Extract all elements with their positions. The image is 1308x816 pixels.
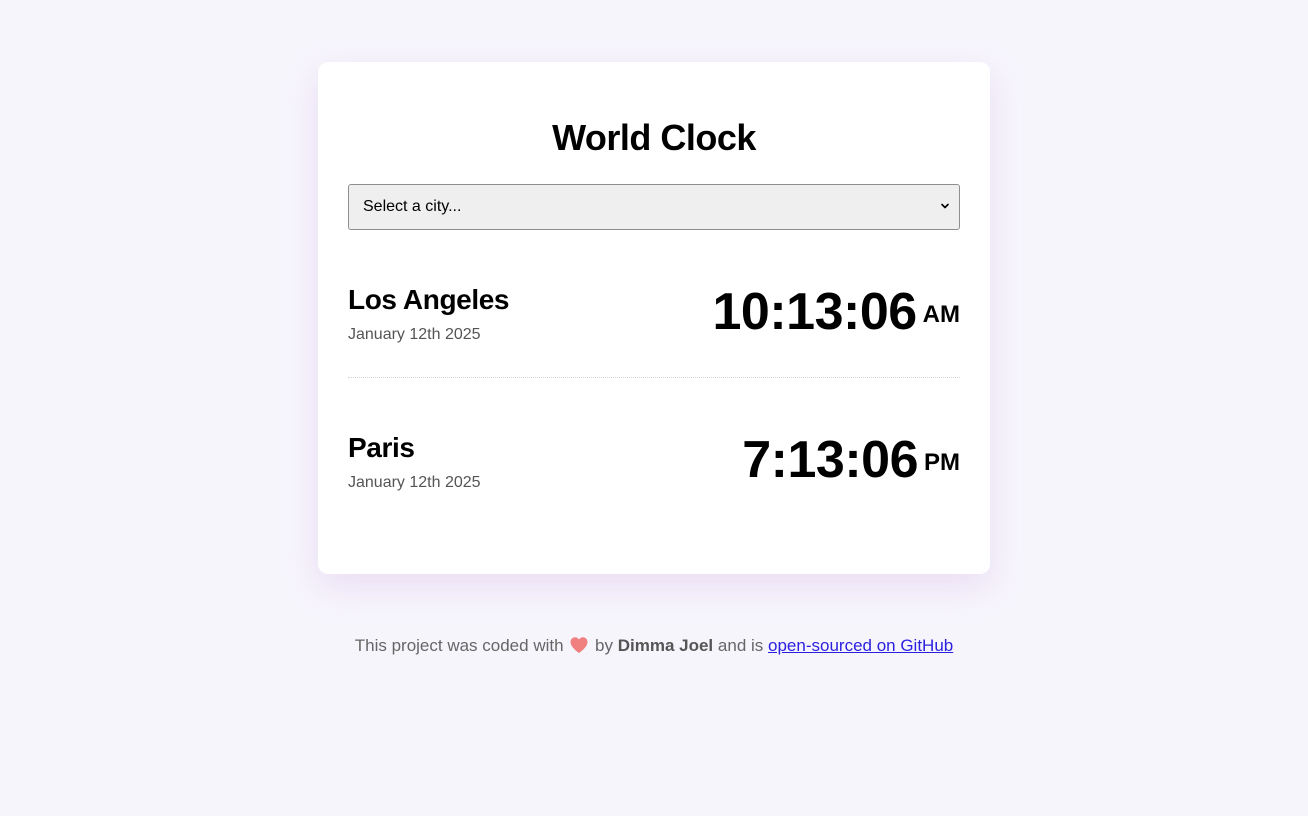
city-date: January 12th 2025 <box>348 326 481 343</box>
city-select-dropdown[interactable]: Select a city... <box>348 184 960 230</box>
page-title: World Clock <box>552 117 756 158</box>
time-period: PM <box>924 448 960 476</box>
heart-icon <box>570 637 588 653</box>
chevron-down-icon <box>941 203 949 209</box>
footer-text-by: by <box>595 636 613 655</box>
time-value: 7:13:06 <box>742 431 918 489</box>
city-date: January 12th 2025 <box>348 474 481 491</box>
time-period: AM <box>922 300 960 328</box>
city-name: Paris <box>348 432 415 463</box>
city-row-paris: Paris January 12th 2025 7:13:06 PM <box>348 428 960 508</box>
footer-text-before: This project was coded with <box>354 636 564 655</box>
github-link[interactable]: open-sourced on GitHub <box>768 636 953 655</box>
footer: This project was coded with by Dimma Joe… <box>0 636 1308 656</box>
city-name: Los Angeles <box>348 284 510 315</box>
city-time: 10:13:06 AM <box>713 283 960 344</box>
city-row-los-angeles: Los Angeles January 12th 2025 10:13:06 AM <box>348 280 960 360</box>
city-divider <box>348 377 960 378</box>
city-time: 7:13:06 PM <box>742 431 960 492</box>
time-value: 10:13:06 <box>712 283 918 341</box>
footer-text-and: and is <box>717 636 764 655</box>
author-name: Dimma Joel <box>617 636 714 655</box>
city-select-value: Select a city... <box>363 198 462 215</box>
